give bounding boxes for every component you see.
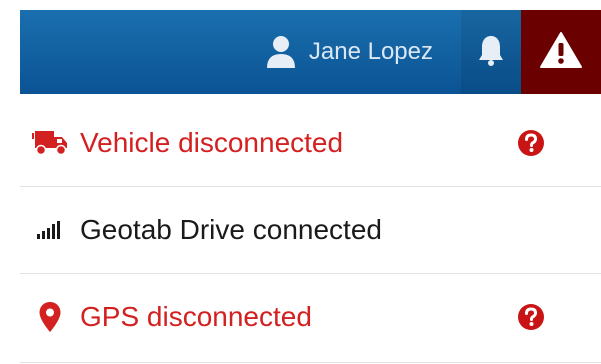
truck-icon: [20, 130, 80, 156]
user-icon: [259, 35, 303, 69]
status-label-vehicle: Vehicle disconnected: [80, 127, 344, 158]
warning-icon: [539, 31, 583, 74]
status-row-gps[interactable]: GPS disconnected: [20, 274, 601, 360]
map-marker-icon: [20, 301, 80, 333]
status-label-gps: GPS disconnected: [80, 301, 312, 332]
divider: [20, 362, 601, 363]
alerts-button[interactable]: [521, 10, 601, 94]
question-circle-icon[interactable]: [516, 302, 546, 332]
status-row-vehicle[interactable]: Vehicle disconnected: [20, 100, 601, 187]
signal-bars-icon: [20, 220, 80, 240]
notifications-button[interactable]: [461, 10, 521, 94]
status-row-geotab-drive[interactable]: Geotab Drive connected: [20, 187, 601, 274]
status-panel: Jane Lopez Vehicle disconnected Geotab D…: [0, 0, 601, 364]
question-circle-icon[interactable]: [516, 128, 546, 158]
header-spacer: [20, 10, 259, 94]
status-label-geotab-drive: Geotab Drive connected: [80, 214, 382, 245]
connection-status-list: Vehicle disconnected Geotab Drive connec…: [20, 100, 601, 360]
user-name: Jane Lopez: [308, 38, 433, 65]
user-menu[interactable]: Jane Lopez: [259, 10, 461, 94]
top-bar: Jane Lopez: [20, 10, 601, 94]
bell-icon: [478, 33, 504, 72]
